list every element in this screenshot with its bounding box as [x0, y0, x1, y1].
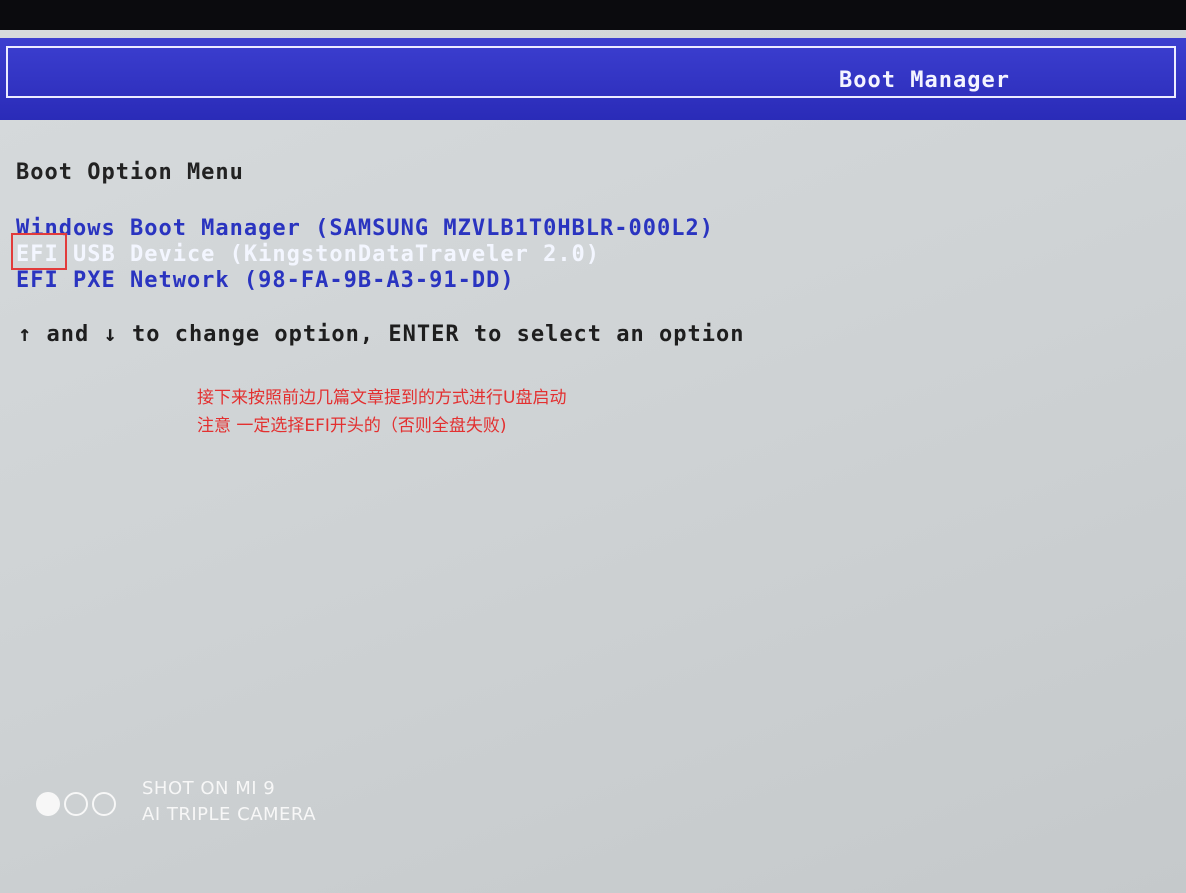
watermark-line-1: SHOT ON MI 9	[142, 778, 276, 799]
camera-dots-icon	[36, 792, 116, 816]
boot-option-pxe[interactable]: EFI PXE Network (98-FA-9B-A3-91-DD)	[16, 268, 714, 294]
watermark-line-2: AI TRIPLE CAMERA	[142, 804, 317, 825]
boot-option-usb[interactable]: EFI USB Device (KingstonDataTraveler 2.0…	[16, 242, 714, 268]
efi-highlight-box	[11, 233, 67, 270]
menu-heading: Boot Option Menu	[16, 160, 244, 185]
boot-option-windows[interactable]: Windows Boot Manager (SAMSUNG MZVLB1T0HB…	[16, 216, 714, 242]
page-title: Boot Manager	[839, 68, 1010, 93]
title-bar: Boot Manager	[0, 38, 1186, 120]
bios-screen: Boot Manager Boot Option Menu Windows Bo…	[0, 30, 1186, 893]
annotation-line-1: 接下来按照前边几篇文章提到的方式进行U盘启动	[197, 388, 567, 408]
annotation-line-2: 注意 一定选择EFI开头的（否则全盘失败)	[197, 416, 507, 436]
boot-option-list: Windows Boot Manager (SAMSUNG MZVLB1T0HB…	[16, 216, 714, 294]
help-text: ↑ and ↓ to change option, ENTER to selec…	[18, 322, 745, 347]
annotation-note: 接下来按照前边几篇文章提到的方式进行U盘启动 注意 一定选择EFI开头的（否则全…	[197, 384, 566, 440]
